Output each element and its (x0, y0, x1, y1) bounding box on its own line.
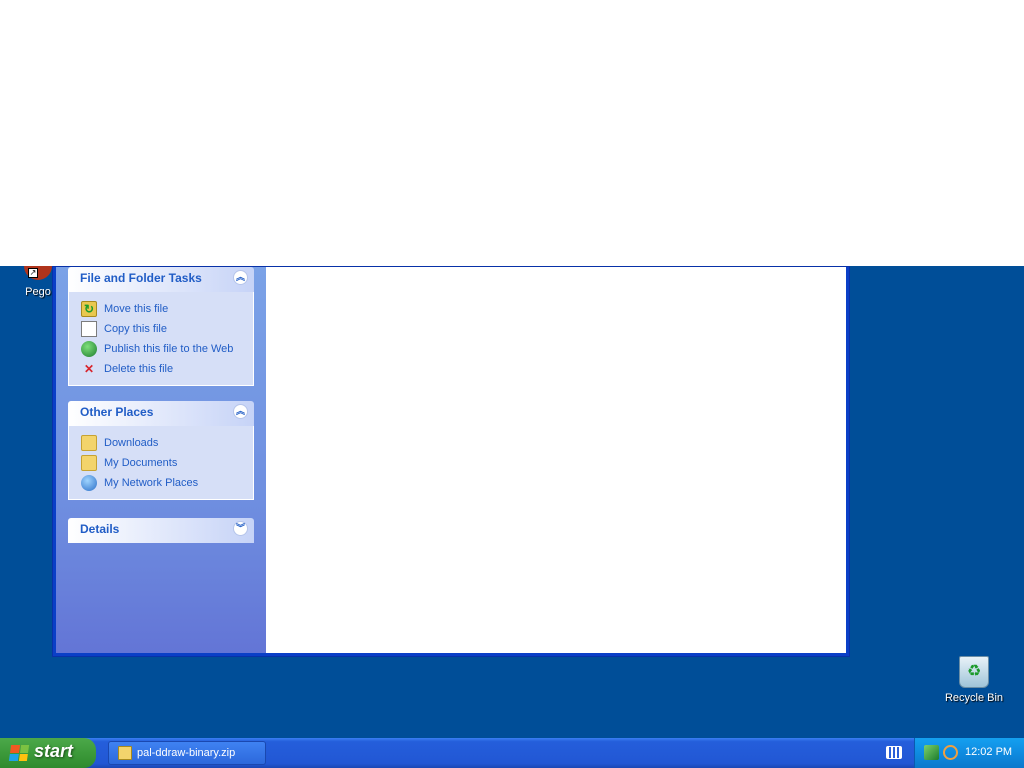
desktop-icon-label: Recycle Bin (944, 692, 1004, 704)
task-pane: File and Folder Tasks ︽ ↻ Move this file… (56, 267, 266, 653)
file-tasks-header[interactable]: File and Folder Tasks ︽ (68, 267, 254, 292)
other-places-header[interactable]: Other Places ︽ (68, 401, 254, 426)
link-label: My Documents (104, 457, 178, 469)
search-tray-icon[interactable] (943, 745, 958, 760)
details-panel: Details ︾ (68, 518, 254, 543)
publish-file-link[interactable]: Publish this file to the Web (81, 339, 253, 359)
file-content-area[interactable] (266, 267, 846, 653)
link-label: My Network Places (104, 477, 199, 489)
publish-web-icon (81, 341, 97, 357)
clock[interactable]: 12:02 PM (965, 746, 1012, 758)
start-label: start (34, 741, 74, 761)
file-and-folder-tasks-panel: File and Folder Tasks ︽ ↻ Move this file… (68, 267, 254, 386)
window-body: File and Folder Tasks ︽ ↻ Move this file… (56, 267, 846, 653)
other-places-panel: Other Places ︽ Downloads My Documents My… (68, 401, 254, 500)
link-label: Downloads (104, 437, 159, 449)
folder-icon (81, 435, 97, 451)
recycle-bin-icon: ♻ (959, 656, 989, 688)
link-label: Delete this file (104, 363, 174, 375)
recycle-symbol-icon: ♻ (967, 663, 982, 680)
collapse-chevron-icon[interactable]: ︽ (233, 270, 248, 285)
pego-icon: ↗ (24, 266, 52, 280)
my-documents-icon (81, 455, 97, 471)
move-file-link[interactable]: ↻ Move this file (81, 299, 253, 319)
explorer-window: File and Folder Tasks ︽ ↻ Move this file… (52, 266, 850, 657)
my-documents-link[interactable]: My Documents (81, 453, 253, 473)
panel-title: Other Places (80, 405, 154, 419)
my-network-places-link[interactable]: My Network Places (81, 473, 253, 493)
link-label: Move this file (104, 303, 169, 315)
taskbar-window-button[interactable]: pal-ddraw-binary.zip (108, 741, 266, 765)
network-tray-icon[interactable] (924, 745, 939, 760)
copy-file-link[interactable]: Copy this file (81, 319, 253, 339)
taskbar: start pal-ddraw-binary.zip 12:02 PM (0, 738, 1024, 768)
zip-folder-icon (118, 746, 132, 760)
collapse-chevron-icon[interactable]: ︽ (233, 404, 248, 419)
link-label: Publish this file to the Web (104, 343, 234, 355)
desktop-icon-recycle-bin[interactable]: ♻ Recycle Bin (940, 656, 1008, 704)
system-tray: 12:02 PM (914, 738, 1024, 768)
panel-title: Details (80, 522, 120, 536)
details-header[interactable]: Details ︾ (68, 518, 254, 543)
delete-file-link[interactable]: ✕ Delete this file (81, 359, 253, 379)
shortcut-arrow-icon: ↗ (28, 268, 38, 278)
move-file-icon: ↻ (81, 301, 97, 317)
windows-flag-icon (8, 745, 30, 761)
expand-chevron-icon[interactable]: ︾ (233, 521, 248, 536)
panel-body: ↻ Move this file Copy this file Publish … (68, 292, 254, 386)
keyboard-icon[interactable] (886, 746, 902, 759)
panel-title: File and Folder Tasks (80, 271, 202, 285)
link-label: Copy this file (104, 323, 167, 335)
copy-file-icon (81, 321, 97, 337)
panel-body: Downloads My Documents My Network Places (68, 426, 254, 500)
unrendered-region (0, 0, 1024, 266)
network-icon (81, 475, 97, 491)
delete-icon: ✕ (83, 362, 95, 376)
task-button-label: pal-ddraw-binary.zip (137, 747, 236, 759)
downloads-link[interactable]: Downloads (81, 433, 253, 453)
start-button[interactable]: start (0, 738, 96, 768)
